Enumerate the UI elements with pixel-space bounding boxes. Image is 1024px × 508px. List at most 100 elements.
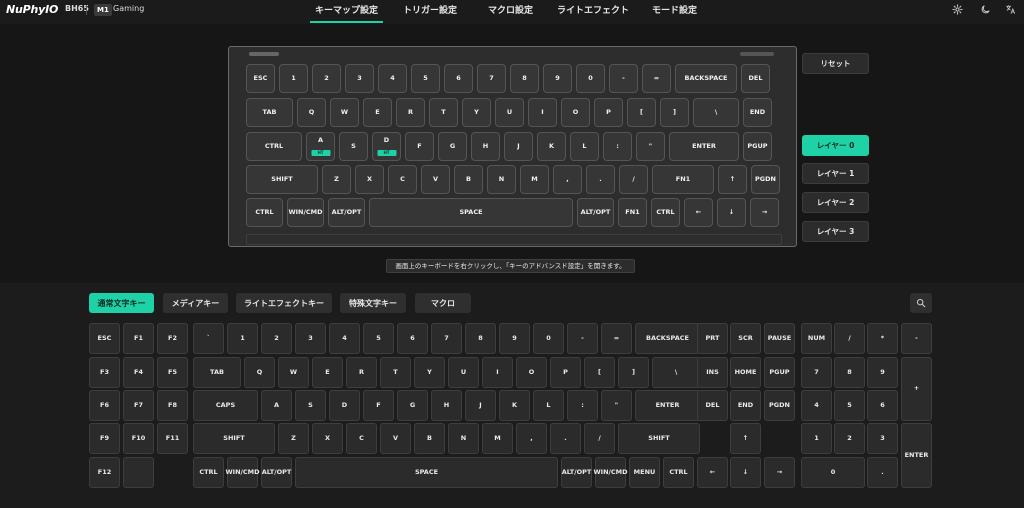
picker-key-sym[interactable]: .: [867, 457, 898, 488]
picker-key-f[interactable]: F: [363, 390, 394, 421]
tab-mode[interactable]: モード設定: [652, 3, 697, 16]
picker-key-q[interactable]: Q: [244, 357, 275, 388]
picker-key-pause[interactable]: PAUSE: [764, 323, 795, 354]
key-sym[interactable]: -: [609, 64, 638, 93]
picker-key-2[interactable]: 2: [261, 323, 292, 354]
picker-key-d[interactable]: D: [329, 390, 360, 421]
category-light-effect-keys[interactable]: ライトエフェクトキー: [236, 293, 332, 313]
layer-1-button[interactable]: レイヤー 1: [802, 163, 869, 184]
picker-key-enter[interactable]: ENTER: [901, 423, 932, 488]
picker-key-ins[interactable]: INS: [697, 357, 728, 388]
picker-key-1[interactable]: 1: [227, 323, 258, 354]
tab-macro[interactable]: マクロ設定: [488, 3, 533, 16]
key-alt-opt[interactable]: ALT/OPT: [577, 198, 614, 227]
picker-key-c[interactable]: C: [346, 423, 377, 454]
key-h[interactable]: H: [471, 132, 500, 161]
picker-key-z[interactable]: Z: [278, 423, 309, 454]
picker-key-f9[interactable]: F9: [89, 423, 120, 454]
picker-key-8[interactable]: 8: [465, 323, 496, 354]
category-macro[interactable]: マクロ: [415, 293, 471, 313]
picker-key-h[interactable]: H: [431, 390, 462, 421]
picker-key-space[interactable]: SPACE: [295, 457, 558, 488]
picker-key-alt-opt[interactable]: ALT/OPT: [261, 457, 292, 488]
key-x[interactable]: X: [355, 165, 384, 194]
key-b[interactable]: B: [454, 165, 483, 194]
picker-key-num[interactable]: NUM: [801, 323, 832, 354]
key-sym[interactable]: [: [627, 98, 656, 127]
picker-key-f1[interactable]: F1: [123, 323, 154, 354]
key-sym[interactable]: ": [636, 132, 665, 161]
picker-key-f12[interactable]: F12: [89, 457, 120, 488]
picker-key-backspace[interactable]: BACKSPACE: [635, 323, 700, 354]
picker-key-a[interactable]: A: [261, 390, 292, 421]
key-2[interactable]: 2: [312, 64, 341, 93]
picker-key-sym[interactable]: ←: [697, 457, 728, 488]
picker-key-pgup[interactable]: PGUP: [764, 357, 795, 388]
picker-key-sym[interactable]: [: [584, 357, 615, 388]
picker-key-sym[interactable]: ↓: [730, 457, 761, 488]
picker-key-ctrl[interactable]: CTRL: [193, 457, 224, 488]
picker-key-0[interactable]: 0: [533, 323, 564, 354]
key-6[interactable]: 6: [444, 64, 473, 93]
picker-key-scr[interactable]: SCR: [730, 323, 761, 354]
key-sym[interactable]: \: [693, 98, 739, 127]
category-normal-keys[interactable]: 通常文字キー: [89, 293, 154, 313]
picker-key-3[interactable]: 3: [295, 323, 326, 354]
key-e[interactable]: E: [363, 98, 392, 127]
picker-key-prt[interactable]: PRT: [697, 323, 728, 354]
picker-key-f8[interactable]: F8: [157, 390, 188, 421]
picker-key-4[interactable]: 4: [329, 323, 360, 354]
picker-key-sym[interactable]: ]: [618, 357, 649, 388]
picker-key-p[interactable]: P: [550, 357, 581, 388]
search-button[interactable]: [910, 293, 932, 313]
key-f[interactable]: F: [405, 132, 434, 161]
picker-key-sym[interactable]: *: [867, 323, 898, 354]
key-1[interactable]: 1: [279, 64, 308, 93]
key-ctrl[interactable]: CTRL: [246, 198, 283, 227]
picker-key-s[interactable]: S: [295, 390, 326, 421]
key-a[interactable]: A HT: [306, 132, 335, 161]
key-sym[interactable]: /: [619, 165, 648, 194]
picker-key-del[interactable]: DEL: [697, 390, 728, 421]
key-g[interactable]: G: [438, 132, 467, 161]
key-sym[interactable]: .: [586, 165, 615, 194]
picker-key-6[interactable]: 6: [867, 390, 898, 421]
key-i[interactable]: I: [528, 98, 557, 127]
picker-key-ctrl[interactable]: CTRL: [663, 457, 694, 488]
picker-key-win-cmd[interactable]: WIN/CMD: [593, 457, 628, 488]
picker-key-5[interactable]: 5: [363, 323, 394, 354]
key-backspace[interactable]: BACKSPACE: [675, 64, 737, 93]
picker-key-x[interactable]: X: [312, 423, 343, 454]
picker-key-i[interactable]: I: [482, 357, 513, 388]
key-space[interactable]: SPACE: [369, 198, 573, 227]
picker-key-n[interactable]: N: [448, 423, 479, 454]
profile-name[interactable]: Gaming: [113, 4, 144, 13]
picker-key-sym[interactable]: /: [834, 323, 865, 354]
picker-key-menu[interactable]: MENU: [629, 457, 660, 488]
key-r[interactable]: R: [396, 98, 425, 127]
picker-key-1[interactable]: 1: [801, 423, 832, 454]
picker-key-m[interactable]: M: [482, 423, 513, 454]
key-end[interactable]: END: [743, 98, 772, 127]
key-9[interactable]: 9: [543, 64, 572, 93]
picker-key-7[interactable]: 7: [801, 357, 832, 388]
key-sym[interactable]: ↓: [717, 198, 746, 227]
key-sym[interactable]: ]: [660, 98, 689, 127]
moon-icon[interactable]: [979, 4, 991, 16]
picker-key-f4[interactable]: F4: [123, 357, 154, 388]
picker-key-7[interactable]: 7: [431, 323, 462, 354]
key-k[interactable]: K: [537, 132, 566, 161]
picker-key-y[interactable]: Y: [414, 357, 445, 388]
profile-badge[interactable]: M1: [94, 4, 112, 16]
key-sym[interactable]: ↑: [718, 165, 747, 194]
key-d[interactable]: D HT: [372, 132, 401, 161]
picker-key-u[interactable]: U: [448, 357, 479, 388]
key-enter[interactable]: ENTER: [669, 132, 739, 161]
picker-key-sym[interactable]: \: [652, 357, 700, 388]
key-0[interactable]: 0: [576, 64, 605, 93]
reset-button[interactable]: リセット: [802, 53, 869, 74]
picker-key-enter[interactable]: ENTER: [635, 390, 700, 421]
key-sym[interactable]: ←: [684, 198, 713, 227]
tab-keymap[interactable]: キーマップ設定: [315, 3, 378, 16]
picker-key-8[interactable]: 8: [834, 357, 865, 388]
